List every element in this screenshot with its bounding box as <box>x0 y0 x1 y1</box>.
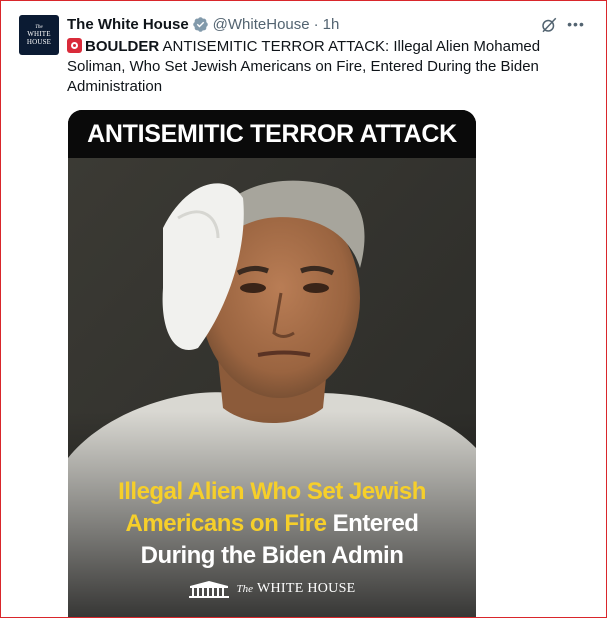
verified-badge-icon[interactable] <box>192 16 209 33</box>
white-house-building-icon <box>189 581 230 598</box>
avatar-white-text: WHITE <box>27 29 51 38</box>
caption-line-1: Illegal Alien Who Set Jewish <box>118 478 426 505</box>
tweet-text: BOULDER ANTISEMITIC TERROR ATTACK: Illeg… <box>67 37 567 97</box>
tweet-card[interactable]: The WHITE HOUSE The White House @WhiteHo… <box>0 0 607 618</box>
display-name[interactable]: The White House <box>67 16 189 33</box>
white-house-logo: The WHITE HOUSE <box>68 580 476 598</box>
logo-the-text: The <box>236 583 253 595</box>
handle[interactable]: @WhiteHouse <box>213 16 310 33</box>
tweet-header: The White House @WhiteHouse · 1h <box>67 14 339 34</box>
separator-dot: · <box>313 15 319 33</box>
image-caption: Illegal Alien Who Set Jewish Americans o… <box>68 476 476 572</box>
rotating-light-icon <box>67 38 82 53</box>
tweet-text-bold: BOULDER <box>85 38 160 55</box>
avatar[interactable]: The WHITE HOUSE <box>19 15 59 55</box>
image-headline: ANTISEMITIC TERROR ATTACK <box>68 110 476 158</box>
tweet-media-image[interactable]: ANTISEMITIC TERROR ATTACK Illegal Alien … <box>68 110 476 618</box>
caption-line-3: During the Biden Admin <box>140 542 404 569</box>
logo-white-house-text: WHITE HOUSE <box>256 581 356 596</box>
caption-line-2-highlight: Americans on Fire <box>125 510 327 537</box>
more-options-icon[interactable]: ••• <box>565 14 587 34</box>
grok-icon[interactable] <box>540 16 558 34</box>
caption-line-2-white: Entered <box>326 510 419 537</box>
timestamp[interactable]: 1h <box>323 16 340 33</box>
avatar-house-text: HOUSE <box>26 37 52 46</box>
